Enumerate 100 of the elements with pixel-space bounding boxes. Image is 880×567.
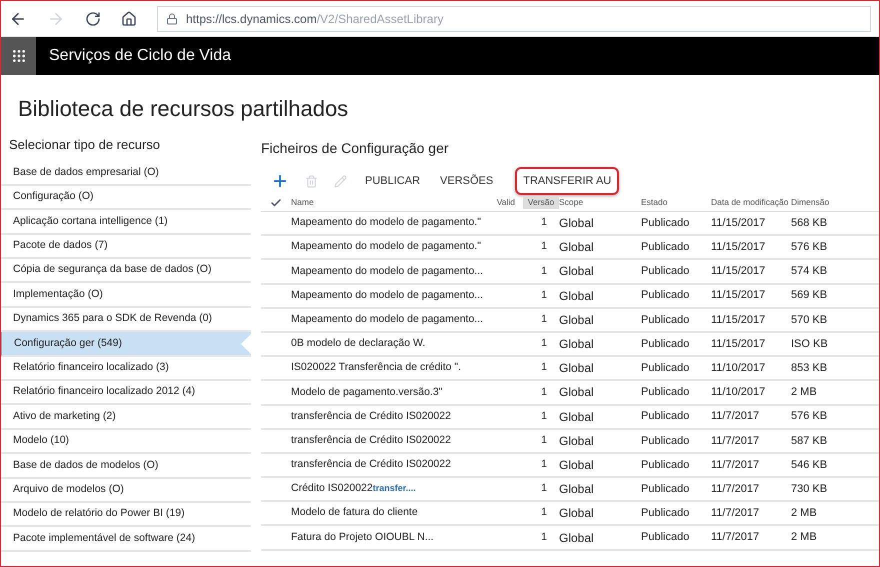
table-cell-text: 11/10/2017 <box>711 385 766 400</box>
table-cell-text: 587 KB <box>791 434 828 449</box>
column-header[interactable]: Estado <box>641 196 711 209</box>
sidebar-item[interactable]: Ativo de marketing (2) <box>1 405 251 430</box>
app-title: Serviços de Ciclo de Vida <box>49 46 232 66</box>
table-cell-text: transferência de Crédito IS020022 <box>291 408 452 424</box>
table-cell-text: Global <box>559 360 595 378</box>
table-cell-text: 1 <box>540 408 548 424</box>
table-cell-text: Publicado <box>641 482 690 497</box>
table-cell-text: 2 MB <box>791 506 818 522</box>
files-heading: Ficheiros de Configuração ger <box>261 139 450 158</box>
sidebar-item[interactable]: Relatório financeiro localizado 2012 (4) <box>1 381 251 406</box>
sidebar-item[interactable]: Base de dados empresarial (O) <box>1 162 251 186</box>
table-cell-text: 11/7/2017 <box>711 530 760 546</box>
table-cell-text: 11/15/2017 <box>711 312 766 328</box>
table-cell-text: Publicado <box>641 530 690 546</box>
refresh-icon[interactable] <box>85 10 101 26</box>
table-cell-text: 1 <box>540 530 548 545</box>
table-cell-text: Mapeamento do modelo de pagamento... <box>291 288 484 303</box>
table-cell-text: 11/7/2017 <box>711 458 760 473</box>
column-header[interactable]: Name <box>291 196 491 209</box>
table-cell-text: Publicado <box>641 458 690 473</box>
sidebar-item[interactable]: Modelo de relatório do Power BI (19) <box>1 502 251 528</box>
table-cell-text: Publicado <box>641 409 690 424</box>
table-cell-text: Global <box>559 505 595 522</box>
column-header[interactable]: Dimensão <box>791 196 861 209</box>
table-cell-text: Publicado <box>641 312 690 328</box>
table-cell-text: Mapeamento do modelo de pagamento." <box>291 239 482 254</box>
table-cell-text: 11/7/2017 <box>711 409 760 424</box>
table-cell-text: 1 <box>540 505 548 520</box>
page-title: Biblioteca de recursos partilhados <box>18 95 350 123</box>
table-cell-text: 11/7/2017 <box>711 434 760 449</box>
table-cell-text: Global <box>559 384 595 402</box>
column-header[interactable]: Scope <box>559 196 641 209</box>
plus-icon <box>271 172 289 190</box>
table-cell-text: Global <box>559 215 595 232</box>
address-bar[interactable]: https://lcs.dynamics.com/V2/SharedAssetLibrary <box>157 6 871 32</box>
table-cell-text: 569 KB <box>791 288 828 304</box>
table-cell-text: 11/15/2017 <box>711 240 766 256</box>
table-cell-text: IS020022 Transferência de crédito ". <box>291 360 462 376</box>
table-cell-text: 11/10/2017 <box>711 360 766 376</box>
table-cell-text: 2 MB <box>791 385 818 400</box>
table-cell-text: transferência de Crédito IS020022 <box>291 432 452 448</box>
table-cell-text: 11/15/2017 <box>711 288 766 304</box>
table-cell-text: 1 <box>540 239 548 254</box>
table-cell-text: Crédito IS020022transfer.... <box>291 481 417 496</box>
toolbar-button[interactable]: PUBLICAR <box>359 168 426 194</box>
home-icon[interactable] <box>121 10 137 26</box>
sidebar-item[interactable]: Arquivo de modelos (O) <box>1 478 251 503</box>
toolbar-button[interactable]: TRANSFERIR AU <box>515 166 620 196</box>
sidebar-item[interactable]: Pacote de dados (7) <box>1 234 251 260</box>
table-cell-text: Publicado <box>641 216 690 231</box>
trash-icon <box>305 174 318 188</box>
sidebar-item[interactable]: Implementação (O) <box>1 283 251 308</box>
toolbar-button[interactable]: VERSÕES <box>434 168 500 194</box>
table-cell-text: 730 KB <box>791 482 828 497</box>
table-cell-text: 574 KB <box>791 264 828 280</box>
table-cell-text: 11/7/2017 <box>711 482 760 497</box>
table-cell-text: 1 <box>540 215 548 230</box>
table-cell-text: Global <box>559 432 595 450</box>
column-header[interactable]: Data de modificação <box>711 196 791 209</box>
column-header[interactable]: Versão <box>523 196 559 209</box>
app-launcher-button[interactable] <box>1 37 36 75</box>
table-cell-text: Publicado <box>641 264 690 280</box>
sidebar-item[interactable]: Configuração ger (549) <box>1 332 251 357</box>
table-cell-text: Modelo de pagamento.versão.3" <box>291 384 444 400</box>
select-all-check-icon[interactable] <box>270 196 282 208</box>
sidebar-item[interactable]: Cópia de segurança da base de dados (O) <box>1 259 251 284</box>
table-cell-text: Global <box>559 456 595 474</box>
table-cell-text: 1 <box>540 312 548 327</box>
file-link[interactable]: transfer.... <box>372 483 416 494</box>
table-cell-text: Publicado <box>641 240 690 256</box>
table-cell-text: Global <box>559 312 595 329</box>
sidebar-item[interactable]: Base de dados de modelos (O) <box>1 454 251 479</box>
lock-icon <box>166 12 178 24</box>
table-cell-text: Mapeamento do modelo de pagamento... <box>291 264 484 279</box>
table-cell-text: 1 <box>540 264 548 279</box>
table-cell-text: Global <box>559 481 595 498</box>
column-header[interactable]: Valid <box>491 196 523 209</box>
sidebar-item[interactable]: Relatório financeiro localizado (3) <box>1 356 251 382</box>
table-cell-text: 1 <box>540 336 548 352</box>
table-cell-text: Global <box>559 530 595 547</box>
table-cell-text: transferência de Crédito IS020022 <box>291 457 452 472</box>
table-cell-text: 1 <box>540 432 548 448</box>
table-cell-text: Publicado <box>641 288 690 304</box>
table-cell-text: Global <box>559 288 595 305</box>
table-cell-text: Publicado <box>641 506 690 522</box>
table-cell-text: Publicado <box>641 360 690 376</box>
pencil-icon <box>334 174 347 188</box>
table-cell-text: 853 KB <box>791 360 828 376</box>
grid-icon <box>10 48 26 64</box>
table-cell-text: Modelo de fatura do cliente <box>291 505 419 520</box>
table-cell-text: 570 KB <box>791 312 828 328</box>
table-cell-text: Publicado <box>641 385 690 400</box>
sidebar-item[interactable]: Pacote implementável de software (24) <box>1 527 251 552</box>
table-cell-text: Global <box>559 239 595 256</box>
sidebar-item[interactable]: Aplicação cortana intelligence (1) <box>1 210 251 235</box>
sidebar-item[interactable]: Configuração (O) <box>1 186 251 210</box>
table-cell-text: Global <box>559 263 595 280</box>
sidebar-item[interactable]: Modelo (10) <box>1 430 251 454</box>
